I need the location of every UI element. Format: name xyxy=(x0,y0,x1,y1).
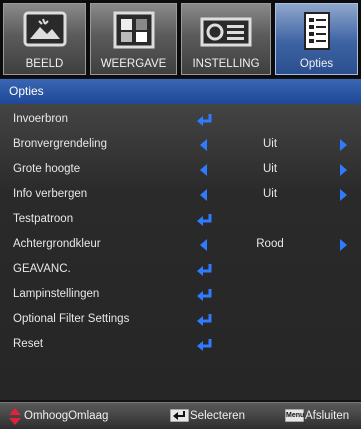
menu-item-label: Invoerbron xyxy=(13,113,68,125)
menu-item-value: Uit xyxy=(262,138,278,150)
menu-item-optional-filter-settings[interactable]: Optional Filter Settings xyxy=(0,308,361,333)
tab-label: Opties xyxy=(299,58,334,70)
nav-hint-label: OmhoogOmlaag xyxy=(24,410,109,422)
arrow-left-icon[interactable] xyxy=(200,139,207,151)
menu-item-lampinstellingen[interactable]: Lampinstellingen xyxy=(0,283,361,308)
arrow-right-icon[interactable] xyxy=(340,164,347,176)
menu-item-invoerbron[interactable]: Invoerbron xyxy=(0,108,361,133)
menu-item-label: Optional Filter Settings xyxy=(13,313,130,325)
tab-instelling[interactable]: INSTELLING xyxy=(181,3,271,75)
footer-hint-bar: OmhoogOmlaag Selecteren Menu Afsluiten xyxy=(0,402,361,429)
menu-item-value: Rood xyxy=(256,238,284,250)
arrow-right-icon[interactable] xyxy=(340,139,347,151)
menu-item-label: GEAVANC. xyxy=(13,263,71,275)
exit-hint-label: Afsluiten xyxy=(305,410,350,422)
enter-icon[interactable] xyxy=(196,338,214,352)
menu-item-geavanc[interactable]: GEAVANC. xyxy=(0,258,361,283)
enter-icon[interactable] xyxy=(196,213,214,227)
options-list: Invoerbron Bronvergrendeling Uit Grote h… xyxy=(0,104,361,400)
tab-beeld[interactable]: BEELD xyxy=(3,3,86,75)
menu-item-bronvergrendeling[interactable]: Bronvergrendeling Uit xyxy=(0,133,361,158)
menu-item-info-verbergen[interactable]: Info verbergen Uit xyxy=(0,183,361,208)
arrow-left-icon[interactable] xyxy=(200,239,207,251)
select-hint-label: Selecteren xyxy=(190,410,245,422)
tab-label: WEERGAVE xyxy=(100,58,167,70)
arrow-left-icon[interactable] xyxy=(200,189,207,201)
tab-weergave[interactable]: WEERGAVE xyxy=(90,3,177,75)
enter-icon[interactable] xyxy=(196,313,214,327)
enter-key-icon xyxy=(170,409,189,422)
menu-item-label: Reset xyxy=(13,338,44,350)
display-pattern-icon xyxy=(113,11,154,49)
tab-opties[interactable]: Opties xyxy=(275,3,358,75)
menu-item-reset[interactable]: Reset xyxy=(0,333,361,358)
menu-item-label: Info verbergen xyxy=(13,188,88,200)
arrow-left-icon[interactable] xyxy=(200,164,207,176)
osd-menu: BEELD WEERGAVE INSTELLING Opties Opties … xyxy=(0,0,361,429)
menu-item-label: Grote hoogte xyxy=(13,163,81,175)
arrow-right-icon[interactable] xyxy=(340,189,347,201)
menu-item-grote-hoogte[interactable]: Grote hoogte Uit xyxy=(0,158,361,183)
arrow-right-icon[interactable] xyxy=(340,239,347,251)
menu-item-value: Uit xyxy=(262,188,278,200)
menu-key-icon: Menu xyxy=(285,409,304,422)
image-picture-icon xyxy=(23,11,66,47)
menu-item-label: Lampinstellingen xyxy=(13,288,100,300)
enter-icon[interactable] xyxy=(196,288,214,302)
tab-bar: BEELD WEERGAVE INSTELLING Opties xyxy=(0,0,361,78)
menu-item-label: Achtergrondkleur xyxy=(13,238,101,250)
menu-item-achtergrondkleur[interactable]: Achtergrondkleur Rood xyxy=(0,233,361,258)
enter-icon[interactable] xyxy=(196,263,214,277)
projector-icon xyxy=(200,17,252,47)
checklist-icon xyxy=(303,12,330,50)
page-title: Opties xyxy=(0,79,361,104)
menu-item-value: Uit xyxy=(262,163,278,175)
tab-label: BEELD xyxy=(25,58,64,70)
menu-item-label: Bronvergrendeling xyxy=(13,138,107,150)
enter-icon[interactable] xyxy=(196,113,214,127)
up-down-arrow-icon xyxy=(9,408,21,425)
menu-item-testpatroon[interactable]: Testpatroon xyxy=(0,208,361,233)
menu-item-label: Testpatroon xyxy=(13,213,74,225)
tab-label: INSTELLING xyxy=(192,58,260,70)
